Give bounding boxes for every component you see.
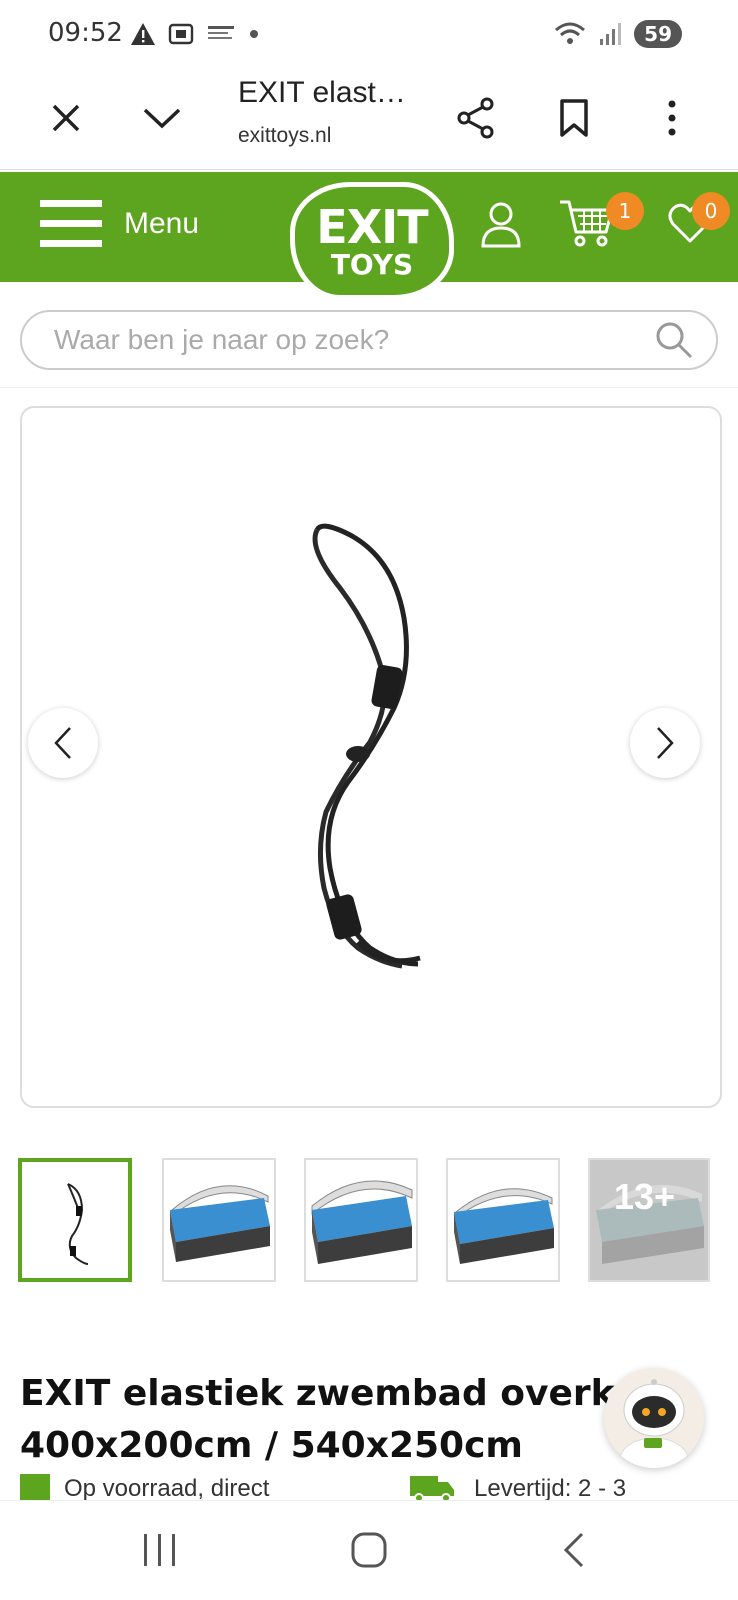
home-icon [351,1532,387,1568]
bookmark-button[interactable] [544,88,604,148]
warning-icon [131,23,155,45]
chevron-down-icon [143,108,181,129]
battery-indicator: 59 [634,20,682,48]
product-image-elastic-cord [312,523,421,969]
status-bar: 09:52 59 [0,0,738,70]
minimize-tab-button[interactable] [132,88,192,148]
status-system-icons: 59 [554,20,682,48]
recent-apps-icon [144,1534,175,1566]
signal-icon [600,23,622,45]
wifi-icon [555,22,586,44]
thumbnail-elastic-image [67,1183,89,1265]
thumbnail-more[interactable]: 13+ [588,1158,710,1282]
robot-mascot-icon [619,1379,689,1468]
app-notification-icon [208,26,234,39]
thumbnail-pool-image [170,1185,270,1262]
recent-apps-button[interactable] [140,1531,180,1573]
delivery-text: Levertijd: 2 - 3 [474,1475,627,1502]
status-time: 09:52 [48,18,123,48]
menu-button[interactable]: Menu [40,198,199,250]
chevron-right-icon [657,727,674,759]
product-image-gallery[interactable] [20,406,722,1108]
browser-toolbar: EXIT elast… exittoys.nl [0,70,738,170]
thumbnail-pool-2[interactable] [304,1158,418,1282]
thumbnail-elastic[interactable] [18,1158,132,1282]
search-placeholder: Waar ben je naar op zoek? [54,324,390,355]
dot-icon [250,30,258,38]
user-icon [481,202,521,248]
browser-page-title: EXIT elast… [238,76,406,109]
browser-url: exittoys.nl [238,124,332,147]
thumbnail-pool-image [454,1188,554,1264]
site-header: Menu EXIT TOYS 1 0 [0,172,738,300]
bookmark-icon [560,99,588,137]
thumbnail-pool-1[interactable] [162,1158,276,1282]
thumbnail-pool-image [311,1180,413,1264]
product-title-line-1: EXIT elastiek zwembad overkapp [20,1373,660,1414]
thumbnail-strip: 13+ [18,1158,738,1284]
wishlist-count-badge: 0 [692,192,730,230]
screenshot-icon [168,23,194,45]
logo-text-exit: EXIT [316,200,428,254]
more-vertical-icon [668,100,676,136]
close-tab-button[interactable] [36,88,96,148]
gallery-next-button[interactable] [630,708,700,778]
more-options-button[interactable] [642,88,702,148]
hamburger-icon [40,200,102,247]
chevron-left-icon [54,727,71,759]
search-section: Waar ben je naar op zoek? [0,282,738,388]
system-navigation-bar [0,1500,738,1600]
more-images-label: 13+ [614,1176,676,1217]
page: 09:52 59 EXIT elast… exittoys.nl Menu EX… [0,0,738,1600]
thumbnail-pool-3[interactable] [446,1158,560,1282]
search-icon[interactable] [654,320,694,360]
share-icon [457,97,494,139]
search-input[interactable]: Waar ben je naar op zoek? [20,310,718,370]
home-button[interactable] [350,1531,388,1573]
close-icon [52,104,80,132]
menu-label: Menu [124,207,200,240]
chat-assistant-button[interactable] [604,1368,704,1468]
share-button[interactable] [446,88,506,148]
cart-count-badge: 1 [606,192,644,230]
stock-text: Op voorraad, direct [64,1475,270,1502]
status-notification-icons [130,22,260,46]
logo-text-toys: TOYS [330,248,414,281]
back-icon [563,1532,584,1568]
gallery-prev-button[interactable] [28,708,98,778]
account-button[interactable] [480,200,522,254]
back-button[interactable] [560,1531,590,1573]
